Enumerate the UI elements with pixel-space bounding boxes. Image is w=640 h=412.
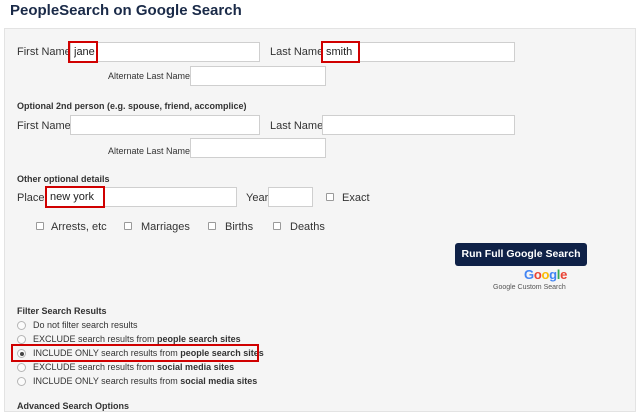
filter-radio-exclude-social[interactable] [17,363,26,372]
place-input[interactable] [46,187,237,207]
second-last-name-label: Last Name [270,120,324,132]
filter-option-bold: people search sites [180,348,264,358]
google-logo-letter: o [541,267,550,282]
second-last-name-input[interactable] [322,115,515,135]
year-label: Year [246,192,269,204]
second-person-section-label: Optional 2nd person (e.g. spouse, friend… [17,101,247,111]
filter-option-bold: social media sites [157,362,235,372]
google-logo: Google [524,267,567,282]
second-first-name-input[interactable] [70,115,260,135]
google-logo-letter: G [524,267,534,282]
year-input[interactable] [268,187,313,207]
filter-option-text: INCLUDE ONLY search results from [33,376,181,386]
google-logo-letter: g [549,267,557,282]
filter-option-bold: social media sites [180,376,258,386]
filter-option-text: INCLUDE ONLY search results from [33,348,181,358]
filter-section-label: Filter Search Results [17,306,107,316]
filter-option-label: INCLUDE ONLY search results from people … [33,348,264,358]
filter-option-bold: people search sites [157,334,241,344]
filter-option-label: EXCLUDE search results from people searc… [33,334,241,344]
exact-checkbox[interactable] [326,193,334,201]
filter-radio-no-filter[interactable] [17,321,26,330]
marriages-checkbox[interactable] [124,222,132,230]
second-first-name-label: First Name [17,120,71,132]
alternate-last-name-label: Alternate Last Name [108,71,191,81]
filter-radio-include-social[interactable] [17,377,26,386]
filter-option-text: EXCLUDE search results from [33,334,158,344]
filter-option-label: EXCLUDE search results from social media… [33,362,234,372]
births-checkbox[interactable] [208,222,216,230]
marriages-label: Marriages [141,221,190,233]
run-google-search-button[interactable]: Run Full Google Search [455,243,587,266]
filter-radio-include-people[interactable] [17,349,26,358]
last-name-input[interactable] [322,42,515,62]
first-name-label: First Name [17,46,71,58]
google-custom-search-label: Google Custom Search [493,284,566,291]
other-details-section-label: Other optional details [17,174,110,184]
filter-option-label: Do not filter search results [33,320,138,330]
first-name-input[interactable] [70,42,260,62]
google-logo-letter: e [560,267,568,282]
second-alternate-last-name-input[interactable] [190,138,326,158]
filter-radio-exclude-people[interactable] [17,335,26,344]
deaths-checkbox[interactable] [273,222,281,230]
alternate-last-name-input[interactable] [190,66,326,86]
advanced-search-options-link[interactable]: Advanced Search Options [17,401,129,411]
place-label: Place [17,192,45,204]
filter-option-text: EXCLUDE search results from [33,362,158,372]
arrests-label: Arrests, etc [51,221,107,233]
births-label: Births [225,221,254,233]
deaths-label: Deaths [290,221,325,233]
filter-option-text: Do not filter search results [33,320,138,330]
arrests-checkbox[interactable] [36,222,44,230]
last-name-label: Last Name [270,46,324,58]
filter-option-label: INCLUDE ONLY search results from social … [33,376,257,386]
exact-label: Exact [342,192,370,204]
page-title: PeopleSearch on Google Search [10,2,242,19]
second-alternate-last-name-label: Alternate Last Name [108,146,191,156]
